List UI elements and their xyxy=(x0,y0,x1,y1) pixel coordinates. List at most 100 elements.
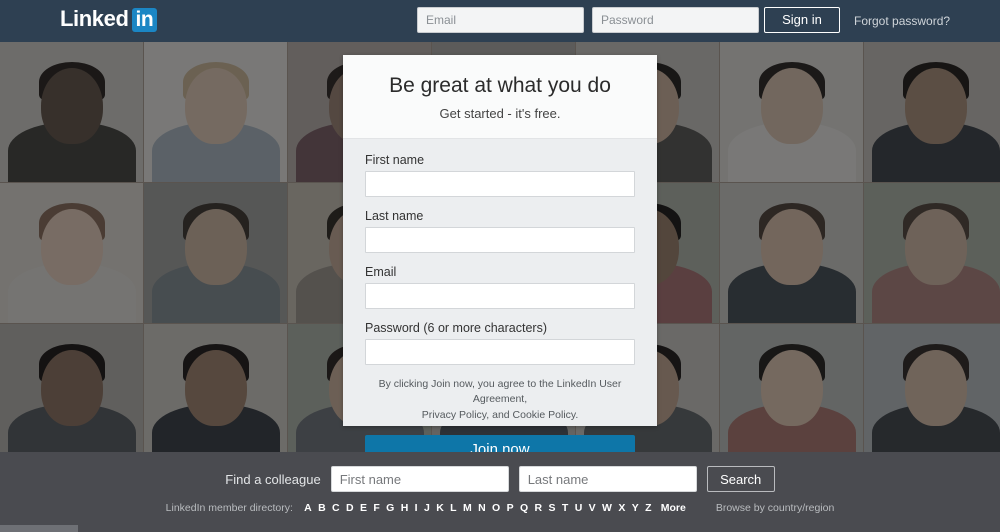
tile-face xyxy=(904,209,967,285)
tile-shoulders xyxy=(7,404,136,452)
directory-letter-link[interactable]: H xyxy=(401,502,409,514)
tile-hair xyxy=(758,62,825,102)
tile-shoulders xyxy=(151,122,280,182)
tile-backdrop xyxy=(144,42,287,182)
collage-photo-tile xyxy=(144,183,287,323)
directory-letter-link[interactable]: R xyxy=(535,502,543,514)
tile-backdrop xyxy=(720,42,863,182)
collage-photo-tile xyxy=(0,42,143,182)
collage-photo-tile xyxy=(720,42,863,182)
tile-face xyxy=(40,209,103,285)
directory-letter-link[interactable]: G xyxy=(386,502,394,514)
member-directory-label: LinkedIn member directory: xyxy=(165,502,293,514)
tile-hair xyxy=(758,203,825,243)
directory-letter-link[interactable]: K xyxy=(436,502,444,514)
legal-line-1: By clicking Join now, you agree to the L… xyxy=(378,378,622,406)
logo-wordmark: Linked xyxy=(60,6,129,31)
tile-face xyxy=(184,68,247,144)
directory-letter-link[interactable]: C xyxy=(332,502,340,514)
directory-more-link[interactable]: More xyxy=(661,502,686,514)
signup-field-input[interactable] xyxy=(365,227,635,254)
directory-letter-link[interactable]: X xyxy=(618,502,625,514)
colleague-last-name-input[interactable] xyxy=(518,466,697,492)
tile-face xyxy=(760,209,823,285)
tile-backdrop xyxy=(864,42,1000,182)
directory-letter-link[interactable]: A xyxy=(304,502,312,514)
signup-field-group: Password (6 or more characters) xyxy=(365,321,635,366)
signup-form: First name Last name Email Password (6 or m… xyxy=(343,139,657,465)
tile-shoulders xyxy=(151,263,280,323)
scrollbar-thumb[interactable] xyxy=(0,525,78,532)
directory-letter-link[interactable]: E xyxy=(360,502,367,514)
tile-shoulders xyxy=(871,404,1000,452)
collage-photo-tile xyxy=(144,42,287,182)
directory-letter-link[interactable]: J xyxy=(424,502,430,514)
collage-photo-tile xyxy=(144,324,287,452)
collage-photo-tile xyxy=(864,324,1000,452)
directory-letter-link[interactable]: Q xyxy=(520,502,528,514)
tile-backdrop xyxy=(720,183,863,323)
directory-letter-link[interactable]: V xyxy=(589,502,596,514)
tile-backdrop xyxy=(864,324,1000,452)
tile-hair xyxy=(758,344,825,384)
tile-hair xyxy=(902,344,969,384)
search-button[interactable]: Search xyxy=(706,466,775,492)
signup-field-label: First name xyxy=(365,153,425,168)
directory-letter-link[interactable]: I xyxy=(415,502,418,514)
linkedin-logo[interactable]: Linked in xyxy=(60,6,158,32)
directory-letter-link[interactable]: F xyxy=(373,502,379,514)
tile-shoulders xyxy=(7,122,136,182)
directory-letter-link[interactable]: S xyxy=(549,502,556,514)
directory-letter-link[interactable]: B xyxy=(318,502,326,514)
browse-by-country-link[interactable]: Browse by country/region xyxy=(716,502,834,514)
signup-field-input[interactable] xyxy=(365,339,635,366)
directory-letter-link[interactable]: D xyxy=(346,502,354,514)
tile-face xyxy=(184,209,247,285)
tile-shoulders xyxy=(727,263,856,323)
signup-field-input[interactable] xyxy=(365,171,635,198)
signin-email-input[interactable] xyxy=(417,7,584,33)
directory-letter-link[interactable]: W xyxy=(602,502,612,514)
tile-hair xyxy=(38,344,105,384)
horizontal-scrollbar[interactable] xyxy=(0,524,1000,532)
collage-photo-tile xyxy=(720,183,863,323)
directory-letter-link[interactable]: Y xyxy=(632,502,639,514)
forgot-password-link[interactable]: Forgot password? xyxy=(854,14,950,28)
directory-letter-link[interactable]: O xyxy=(492,502,500,514)
collage-photo-tile xyxy=(0,183,143,323)
top-navigation-bar: Linkedin Sign in Forgot password? xyxy=(0,0,1000,42)
signup-fields-container: First name Last name Email Password (6 or m… xyxy=(365,153,635,366)
directory-letter-link[interactable]: L xyxy=(450,502,456,514)
tile-face xyxy=(760,350,823,426)
logo-in-badge: in xyxy=(131,8,158,32)
page-footer: Find a colleague Search LinkedIn member … xyxy=(0,452,1000,524)
colleague-first-name-input[interactable] xyxy=(330,466,509,492)
signup-field-group: Last name xyxy=(365,209,635,254)
directory-letter-link[interactable]: M xyxy=(463,502,472,514)
tile-backdrop xyxy=(144,183,287,323)
signup-field-label: Email xyxy=(365,265,397,280)
directory-letter-link[interactable]: P xyxy=(507,502,514,514)
tile-face xyxy=(184,350,247,426)
tile-hair xyxy=(182,203,249,243)
collage-photo-tile xyxy=(864,183,1000,323)
signin-password-input[interactable] xyxy=(592,7,759,33)
find-colleague-label: Find a colleague xyxy=(225,471,321,487)
tile-shoulders xyxy=(727,122,856,182)
directory-letter-link[interactable]: N xyxy=(478,502,486,514)
signup-field-label: Last name xyxy=(365,209,424,224)
tile-hair xyxy=(38,62,105,102)
directory-letter-link[interactable]: T xyxy=(562,502,568,514)
sign-in-button[interactable]: Sign in xyxy=(764,7,840,33)
member-directory-row: LinkedIn member directory: ABCDEFGHIJKLM… xyxy=(0,502,1000,514)
directory-letter-link[interactable]: U xyxy=(575,502,583,514)
directory-letter-link[interactable]: Z xyxy=(645,502,651,514)
tile-face xyxy=(40,68,103,144)
tile-hair xyxy=(902,203,969,243)
signup-card: Be great at what you do Get started - it… xyxy=(343,55,657,465)
linkedin-signup-page: Linkedin Sign in Forgot password? Be gre… xyxy=(0,0,1000,532)
collage-photo-tile xyxy=(0,324,143,452)
signup-subtitle: Get started - it's free. xyxy=(439,106,561,122)
signup-field-input[interactable] xyxy=(365,283,635,310)
directory-letters: ABCDEFGHIJKLMNOPQRSTUVWXYZ xyxy=(301,502,655,514)
